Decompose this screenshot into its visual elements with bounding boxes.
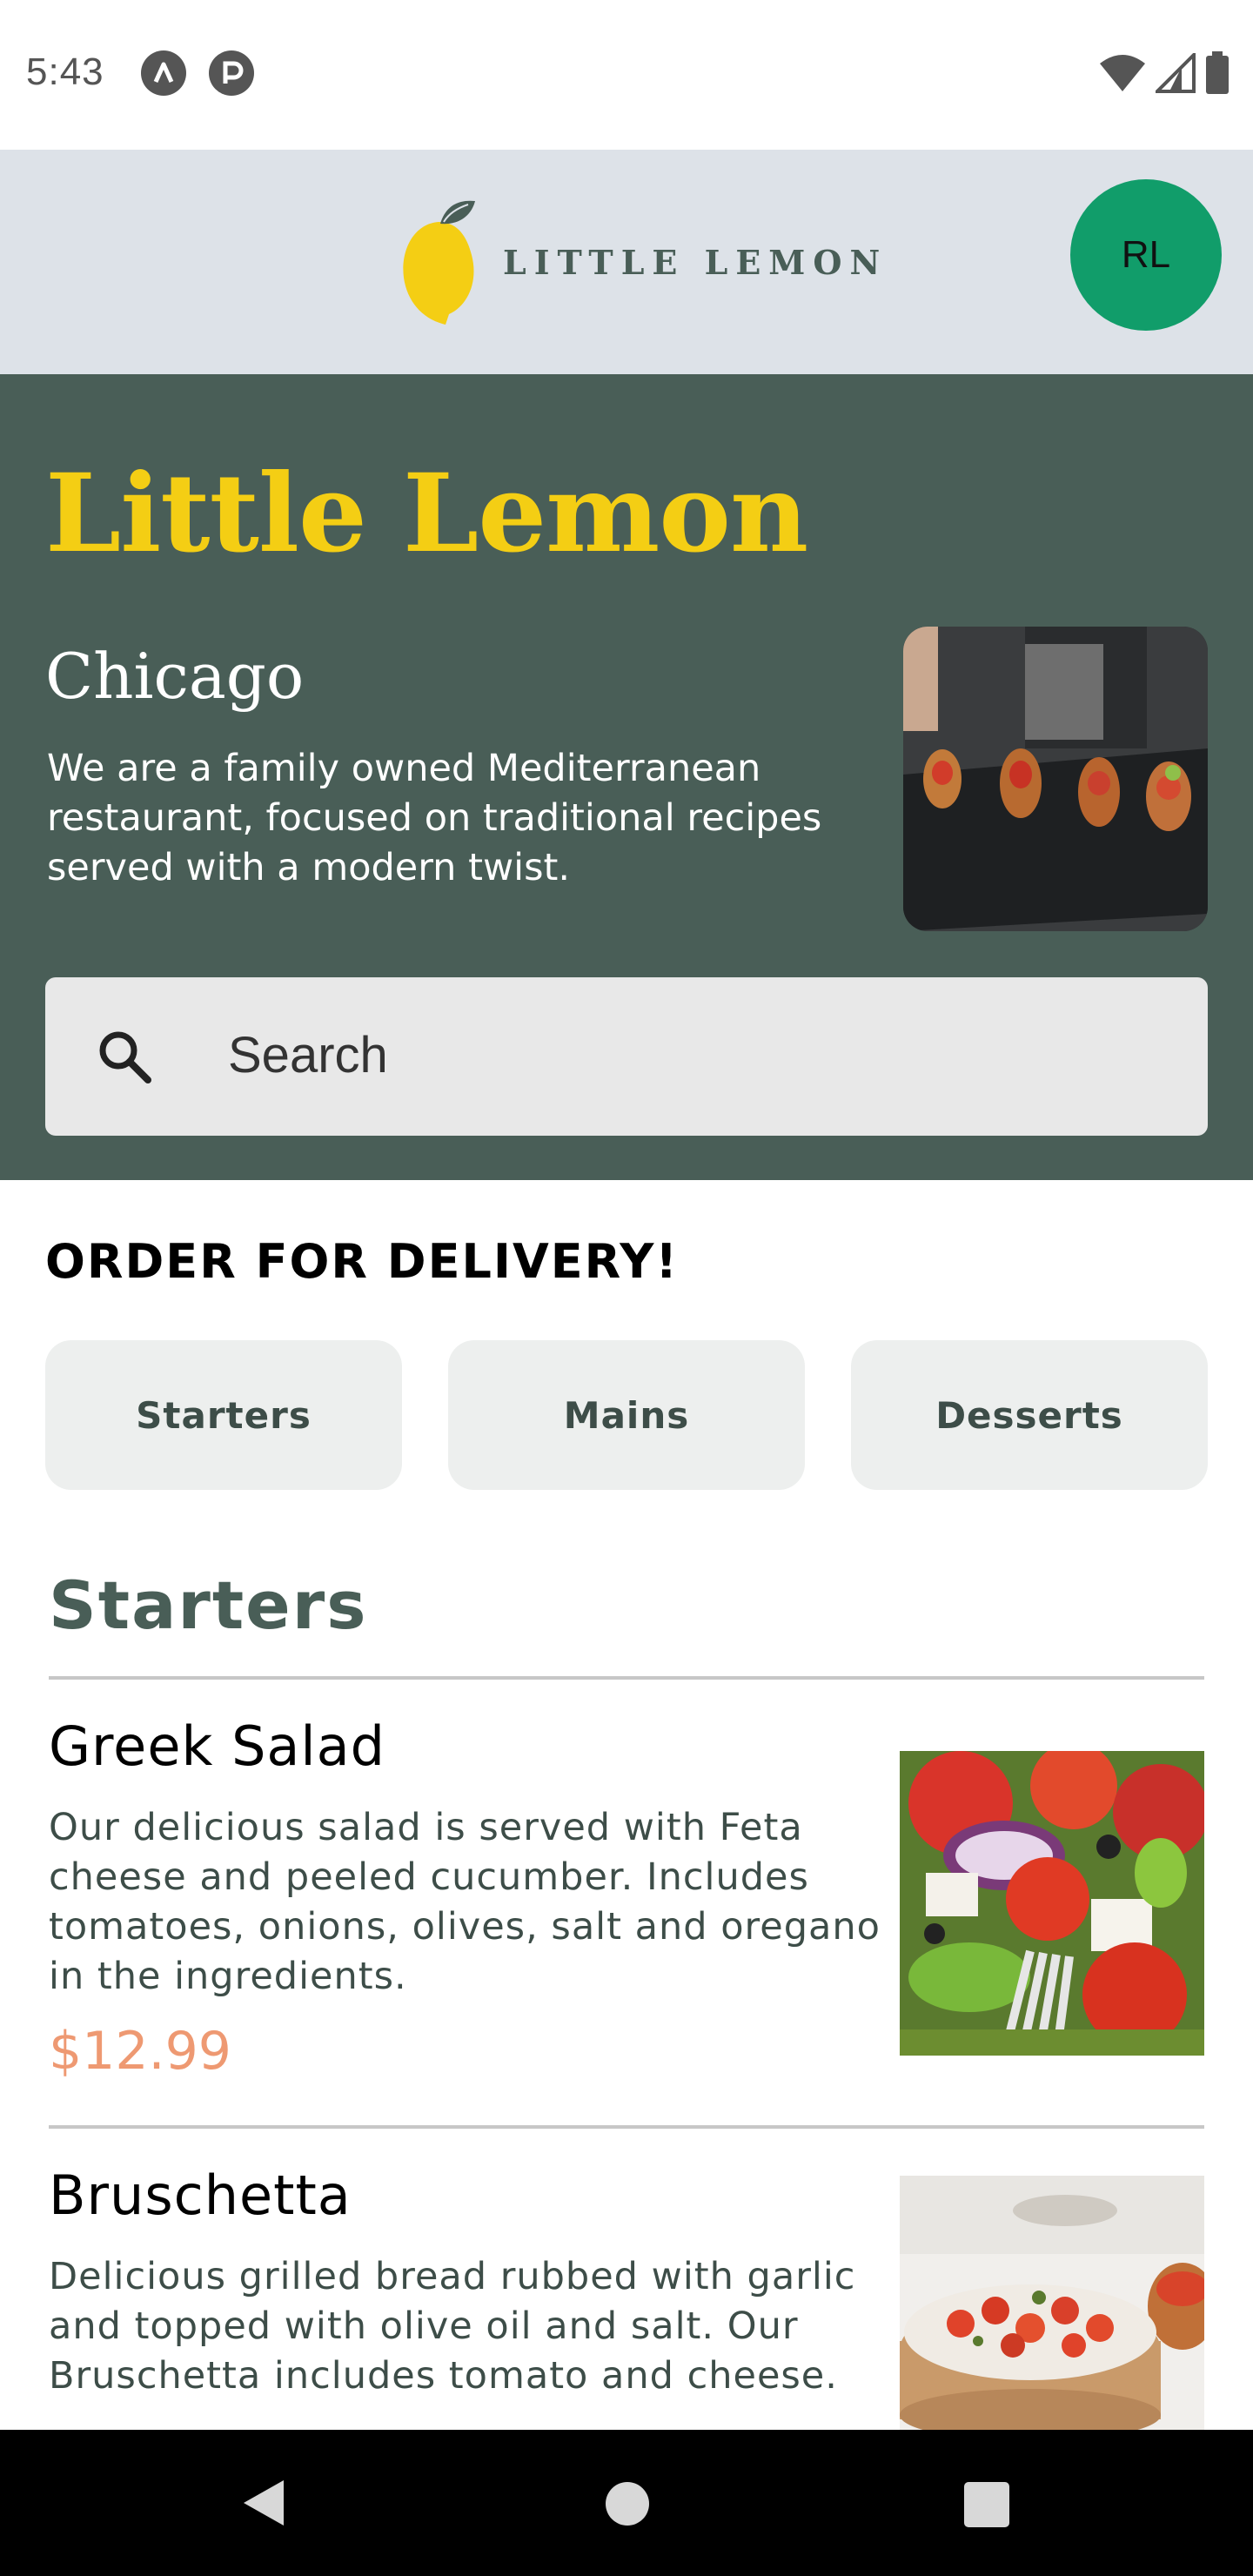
- logo-text: LITTLE LEMON: [503, 242, 888, 282]
- status-time: 5:43: [26, 50, 104, 93]
- recents-icon[interactable]: [964, 2482, 1009, 2527]
- category-desserts-button[interactable]: Desserts: [851, 1340, 1208, 1490]
- menu-item-name: Bruschetta: [49, 2163, 352, 2227]
- category-starters-button[interactable]: Starters: [45, 1340, 402, 1490]
- search-placeholder: Search: [228, 1027, 388, 1083]
- menu-item-image: [900, 2176, 1204, 2430]
- battery-icon: [1206, 51, 1229, 94]
- menu-item-image: [900, 1751, 1204, 2056]
- hero-city: Chicago: [45, 640, 305, 713]
- divider: [49, 1676, 1204, 1680]
- hero-banner: Little Lemon Chicago We are a family own…: [0, 374, 1253, 1180]
- home-icon[interactable]: [606, 2482, 649, 2526]
- avatar-initials: RL: [1121, 233, 1171, 276]
- search-input[interactable]: Search: [45, 977, 1208, 1136]
- status-bar: 5:43: [0, 0, 1253, 150]
- order-heading: ORDER FOR DELIVERY!: [45, 1234, 680, 1289]
- lemon-icon: [403, 200, 475, 325]
- search-icon: [99, 1031, 151, 1083]
- hero-title: Little Lemon: [45, 451, 808, 577]
- autofill-a-icon: [141, 50, 186, 96]
- logo: LITTLE LEMON: [397, 198, 888, 326]
- app-header: LITTLE LEMON RL: [0, 150, 1253, 374]
- hero-image: [903, 627, 1208, 931]
- divider: [49, 2125, 1204, 2129]
- category-mains-button[interactable]: Mains: [448, 1340, 805, 1490]
- menu-item-name: Greek Salad: [49, 1714, 385, 1778]
- back-icon[interactable]: [238, 2477, 291, 2529]
- wifi-icon: [1100, 55, 1145, 91]
- hero-description: We are a family owned Mediterranean rest…: [47, 747, 822, 889]
- app-p-icon: [209, 50, 254, 96]
- profile-avatar[interactable]: RL: [1070, 179, 1222, 331]
- menu-item-description: Our delicious salad is served with Feta …: [49, 1806, 881, 1998]
- signal-icon: [1156, 53, 1196, 93]
- menu-item-price: $12.99: [49, 2021, 231, 2082]
- menu-item-description: Delicious grilled bread rubbed with garl…: [49, 2255, 856, 2398]
- system-nav-bar: [0, 2430, 1253, 2576]
- status-icons: [1098, 50, 1230, 96]
- menu-section-title: Starters: [49, 1566, 368, 1644]
